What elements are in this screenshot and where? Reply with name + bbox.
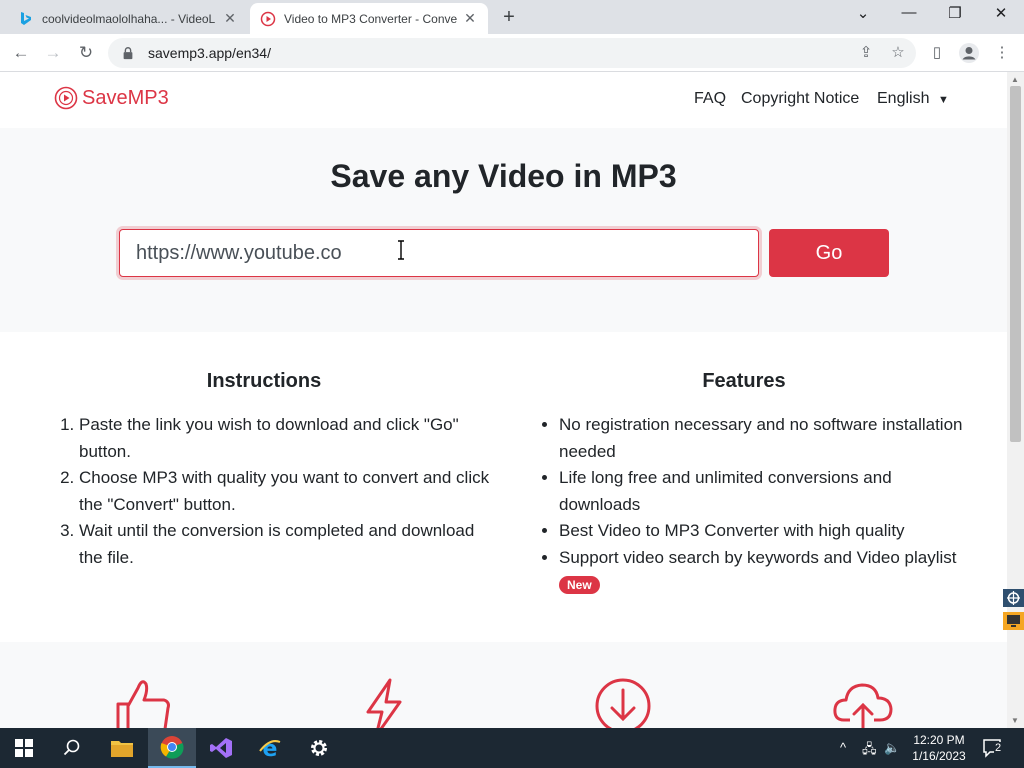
instructions-list: Paste the link you wish to download and …: [54, 412, 494, 571]
clock-date: 1/16/2023: [912, 749, 966, 763]
close-tab-icon[interactable]: ✕: [222, 10, 238, 27]
visual-studio-icon: [210, 738, 232, 758]
back-icon[interactable]: ←: [8, 40, 34, 66]
language-label: English: [877, 90, 930, 107]
list-item: Paste the link you wish to download and …: [79, 412, 494, 465]
taskbar-settings[interactable]: [295, 728, 343, 768]
network-icon[interactable]: 🖧: [862, 740, 877, 762]
browser-toolbar: ← → ↻ savemp3.app/en34/ ⇪ ☆ ▯ ⋮: [0, 34, 1024, 72]
thumbs-up-icon: [116, 680, 170, 728]
instructions-title: Instructions: [206, 370, 322, 392]
savemp3-logo-icon: [54, 86, 78, 110]
video-url-input[interactable]: [119, 229, 759, 277]
taskbar-clock[interactable]: 12:20 PM 1/16/2023: [904, 732, 974, 764]
start-button[interactable]: [0, 728, 48, 768]
notification-count: 2: [994, 742, 1003, 754]
text-cursor-icon: [398, 240, 404, 260]
taskbar-file-explorer[interactable]: [98, 728, 146, 768]
chrome-icon: [160, 736, 184, 759]
hero-section: Save any Video in MP3 Go: [0, 128, 1007, 332]
profile-avatar-icon[interactable]: [958, 42, 980, 64]
cloud-upload-icon: [833, 683, 893, 728]
side-panel-icon[interactable]: ▯: [926, 43, 948, 61]
list-item: No registration necessary and no softwar…: [559, 412, 974, 465]
lock-icon: [123, 47, 133, 60]
clock-time: 12:20 PM: [913, 733, 965, 747]
monitor-widget-icon[interactable]: [1003, 612, 1024, 630]
volume-icon[interactable]: 🔈: [884, 740, 900, 756]
restore-icon[interactable]: ❐: [940, 4, 970, 22]
edge-widgets: [1003, 589, 1024, 635]
nav-copyright-link[interactable]: Copyright Notice: [741, 90, 859, 108]
go-button[interactable]: Go: [769, 229, 889, 277]
list-item: Life long free and unlimited conversions…: [559, 465, 974, 518]
feature-text: Support video search by keywords and Vid…: [559, 547, 957, 567]
windows-taskbar: e ^ 🖧 🔈 12:20 PM 1/16/2023 2: [0, 728, 1024, 768]
windows-logo-icon: [15, 739, 33, 757]
close-window-icon[interactable]: ✕: [986, 4, 1016, 22]
tab-title: coolvideolmaololhaha... - VideoL: [42, 11, 216, 26]
site-logo[interactable]: SaveMP3: [54, 86, 169, 110]
browser-menu-icon[interactable]: ⋮: [991, 43, 1013, 61]
new-badge: New: [559, 576, 600, 594]
reload-icon[interactable]: ↻: [73, 40, 99, 66]
search-icon: [63, 739, 80, 756]
address-bar[interactable]: savemp3.app/en34/: [108, 38, 916, 68]
list-item: Support video search by keywords and Vid…: [559, 545, 974, 598]
list-item: Choose MP3 with quality you want to conv…: [79, 465, 494, 518]
page-viewport: SaveMP3 FAQ Copyright Notice English ▼ S…: [0, 72, 1007, 728]
scroll-thumb[interactable]: [1010, 86, 1021, 442]
taskbar-chrome[interactable]: [148, 728, 196, 768]
lightning-icon: [366, 678, 402, 728]
folder-icon: [111, 741, 133, 757]
nav-faq-link[interactable]: FAQ: [694, 90, 726, 108]
language-dropdown[interactable]: English ▼: [877, 90, 949, 108]
close-tab-icon[interactable]: ✕: [462, 10, 478, 27]
features-list: No registration necessary and no softwar…: [534, 412, 974, 598]
notifications-button[interactable]: 2: [982, 738, 1004, 763]
forward-icon[interactable]: →: [40, 40, 66, 66]
share-icon[interactable]: ⇪: [855, 43, 877, 61]
new-tab-icon[interactable]: +: [498, 6, 520, 29]
address-text: savemp3.app/en34/: [148, 45, 271, 61]
bing-video-icon: [21, 11, 31, 25]
tray-chevron-icon[interactable]: ^: [840, 740, 846, 755]
tab-bar: coolvideolmaololhaha... - VideoL ✕ Video…: [0, 0, 1024, 34]
scroll-up-icon[interactable]: ▲: [1011, 75, 1019, 84]
gear-icon: [311, 740, 327, 756]
tab-search-icon[interactable]: ⌄: [848, 4, 878, 22]
snowflake-widget-icon[interactable]: [1003, 589, 1024, 607]
list-item: Wait until the conversion is completed a…: [79, 518, 494, 571]
site-header: SaveMP3 FAQ Copyright Notice English ▼: [0, 72, 1007, 128]
list-item: Best Video to MP3 Converter with high qu…: [559, 518, 974, 545]
download-circle-icon: [595, 678, 651, 728]
logo-text: SaveMP3: [82, 86, 169, 109]
taskbar-search-button[interactable]: [48, 728, 96, 768]
taskbar-visual-studio[interactable]: [197, 728, 245, 768]
features-title: Features: [702, 370, 786, 392]
taskbar-internet-explorer[interactable]: e: [246, 728, 294, 768]
savemp3-favicon-icon: [260, 11, 276, 26]
hero-title: Save any Video in MP3: [330, 158, 677, 194]
internet-explorer-icon: e: [259, 737, 281, 760]
tab-coolvideo[interactable]: coolvideolmaololhaha... - VideoL ✕: [8, 3, 248, 34]
tab-title: Video to MP3 Converter - Conve: [284, 11, 458, 26]
bookmark-star-icon[interactable]: ☆: [887, 43, 909, 61]
caret-down-icon: ▼: [937, 94, 949, 106]
scroll-down-icon[interactable]: ▼: [1011, 716, 1019, 725]
tab-savemp3[interactable]: Video to MP3 Converter - Conve ✕: [250, 3, 488, 34]
minimize-icon[interactable]: —: [894, 4, 924, 21]
